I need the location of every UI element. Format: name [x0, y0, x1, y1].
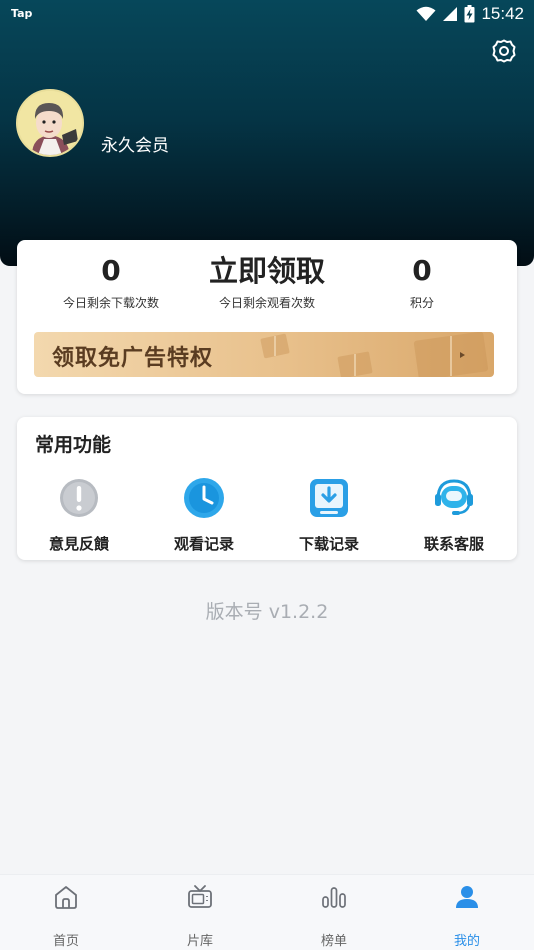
user-icon	[456, 886, 478, 908]
download-icon	[310, 479, 348, 517]
tab-mine-label: 我的	[453, 934, 480, 949]
membership-label: 永久会员	[101, 136, 169, 156]
gear-icon	[492, 39, 516, 63]
feedback-label: 意見反饋	[48, 535, 109, 553]
bottom-nav: 首页 片库 榜单 我的	[0, 874, 534, 950]
claim-now-button[interactable]: 立即领取	[197, 252, 337, 290]
points-value: 0	[412, 254, 432, 287]
ad-free-text: 领取免广告特权	[52, 346, 214, 371]
status-bar: Tap 15:42	[0, 0, 534, 28]
avatar-image	[18, 91, 82, 155]
profile-header: Tap 15:42 永久会员	[0, 0, 534, 266]
settings-button[interactable]	[490, 37, 518, 65]
download-count-label: 今日剩余下载次数	[62, 296, 159, 310]
claim-stat[interactable]: 立即领取 今日剩余观看次数	[197, 252, 337, 311]
watch-history-button[interactable]: 观看记录	[149, 477, 259, 554]
clock-icon	[184, 478, 224, 518]
points-label: 积分	[409, 296, 434, 310]
status-time: 15:42	[481, 4, 524, 23]
download-history-label: 下载记录	[298, 535, 359, 553]
signal-icon	[443, 7, 458, 21]
tab-ranking-label: 榜单	[320, 934, 347, 949]
avatar[interactable]	[16, 89, 84, 157]
status-app-label: Tap	[11, 7, 33, 20]
watch-history-label: 观看记录	[173, 535, 234, 553]
tab-home[interactable]: 首页	[26, 883, 106, 949]
version-label: 版本号 v1.2.2	[205, 601, 329, 623]
wifi-icon	[416, 6, 436, 21]
headset-icon	[435, 479, 473, 515]
section-title: 常用功能	[35, 434, 112, 456]
tab-ranking[interactable]: 榜单	[294, 883, 374, 949]
status-right: 15:42	[416, 3, 524, 25]
tab-mine[interactable]: 我的	[427, 883, 507, 949]
battery-icon	[464, 5, 475, 23]
watch-count-label: 今日剩余观看次数	[218, 296, 315, 310]
tab-home-label: 首页	[52, 934, 79, 949]
stats-card: 0 今日剩余下载次数 立即领取 今日剩余观看次数 0 积分 领取免广告特权	[17, 240, 517, 394]
feedback-button[interactable]: 意見反饋	[24, 477, 134, 554]
tab-library-label: 片库	[186, 934, 213, 949]
exclamation-icon	[60, 479, 98, 517]
common-functions-card: 常用功能 意見反饋 观看记录 下载记录 联系客服	[17, 417, 517, 560]
ad-free-banner[interactable]: 领取免广告特权	[34, 332, 494, 377]
bar-chart-icon	[322, 887, 346, 908]
download-history-button[interactable]: 下载记录	[274, 477, 384, 554]
tab-library[interactable]: 片库	[160, 883, 240, 949]
customer-service-label: 联系客服	[423, 535, 484, 553]
tv-icon	[188, 885, 212, 908]
home-icon	[55, 886, 77, 909]
download-stat: 0 今日剩余下载次数	[41, 252, 181, 311]
download-count: 0	[101, 254, 121, 287]
customer-service-button[interactable]: 联系客服	[399, 477, 509, 554]
points-stat: 0 积分	[362, 252, 482, 311]
